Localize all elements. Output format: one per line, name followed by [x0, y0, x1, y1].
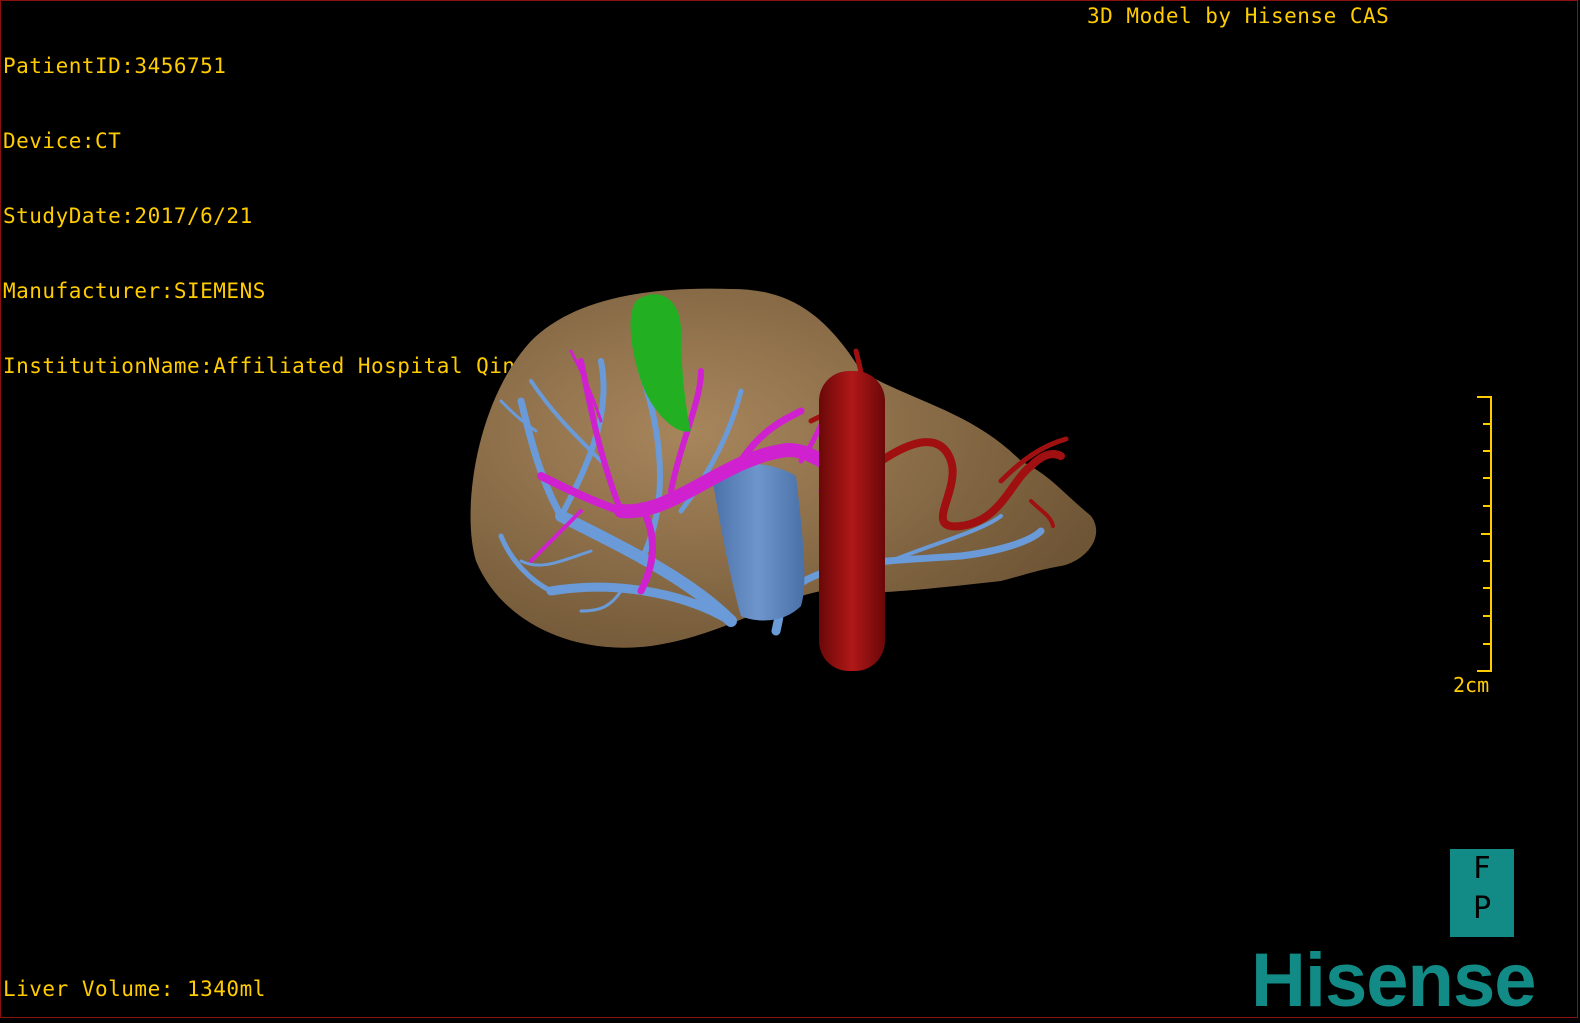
aorta [819, 371, 885, 671]
scale-ruler [1477, 396, 1492, 672]
patient-id: PatientID:3456751 [3, 54, 227, 78]
model-credit: 3D Model by Hisense CAS [1087, 4, 1390, 28]
3d-viewport[interactable]: PatientID:3456751 Device:CT StudyDate:20… [0, 0, 1578, 1023]
liver-volume: Liver Volume: 1340ml [3, 977, 266, 1001]
hisense-logo: Hisense [1251, 938, 1536, 1023]
device: Device:CT [3, 129, 122, 153]
orientation-marker: F P [1450, 849, 1514, 937]
liver-3d-model[interactable] [441, 261, 1121, 691]
scale-label: 2cm [1453, 673, 1490, 697]
study-date: StudyDate:2017/6/21 [3, 204, 253, 228]
orientation-top: F [1473, 851, 1491, 886]
orientation-bottom: P [1472, 891, 1492, 926]
